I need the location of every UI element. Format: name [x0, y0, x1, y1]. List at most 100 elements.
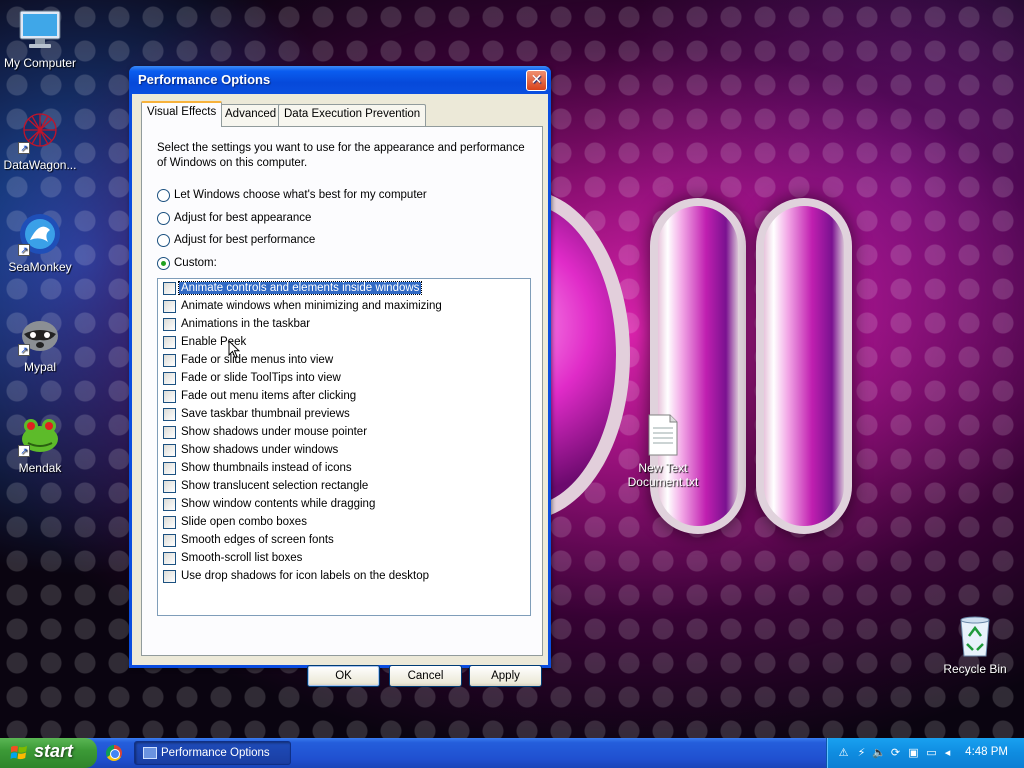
checkbox[interactable] [163, 479, 176, 493]
checkbox[interactable] [163, 443, 176, 457]
effect-label: Use drop shadows for icon labels on the … [181, 570, 430, 582]
speaker-icon[interactable]: ◂ [941, 746, 954, 759]
taskbar-item-performance-options[interactable]: Performance Options [134, 741, 291, 765]
effect-item[interactable]: Animations in the taskbar [158, 315, 530, 333]
effect-item[interactable]: Use drop shadows for icon labels on the … [158, 567, 530, 585]
checkbox[interactable] [163, 533, 176, 547]
network-icon[interactable]: ⚡ [855, 746, 868, 759]
checkbox[interactable] [163, 353, 176, 367]
windows-logo-icon [10, 745, 27, 760]
effect-item[interactable]: Enable Peek [158, 333, 530, 351]
effect-item[interactable]: Show shadows under mouse pointer [158, 423, 530, 441]
effect-item[interactable]: Show window contents while dragging [158, 495, 530, 513]
frog-icon: ↗ [18, 413, 62, 457]
desktop-icon-label: Mendak [18, 461, 62, 475]
close-button[interactable]: ✕ [526, 70, 547, 91]
system-tray: ⚠ ⚡ 🔈 ⟳ ▣ ▭ ◂ 4:48 PM [826, 738, 1024, 768]
effect-label: Fade out menu items after clicking [181, 390, 357, 402]
checkbox[interactable] [163, 515, 176, 529]
effect-label: Smooth-scroll list boxes [181, 552, 303, 564]
checkbox[interactable] [163, 371, 176, 385]
checkbox[interactable] [163, 497, 176, 511]
dialog-titlebar[interactable]: Performance Options ✕ [129, 66, 551, 94]
desktop-icon-datawagon[interactable]: ↗ DataWagon... [0, 110, 80, 172]
shortcut-arrow-icon: ↗ [18, 142, 30, 154]
shortcut-arrow-icon: ↗ [18, 344, 30, 356]
radio-best-performance[interactable]: Adjust for best performance [157, 232, 315, 248]
desktop-icon-seamonkey[interactable]: ↗ SeaMonkey [0, 212, 80, 274]
seamonkey-icon: ↗ [18, 212, 62, 256]
effect-label: Animations in the taskbar [181, 318, 311, 330]
effect-item[interactable]: Show shadows under windows [158, 441, 530, 459]
checkbox[interactable] [163, 389, 176, 403]
effect-item[interactable]: Fade out menu items after clicking [158, 387, 530, 405]
checkbox[interactable] [163, 299, 176, 313]
effect-label: Show window contents while dragging [181, 498, 376, 510]
effect-item[interactable]: Smooth-scroll list boxes [158, 549, 530, 567]
display-icon[interactable]: ▣ [907, 746, 920, 759]
taskbar-item-label: Performance Options [161, 747, 270, 759]
taskbar: start Performance Options ⚠ ⚡ 🔈 ⟳ ▣ ▭ ◂ … [0, 738, 1024, 768]
visual-effects-panel: Select the settings you want to use for … [141, 126, 543, 656]
radio-best-appearance[interactable]: Adjust for best appearance [157, 210, 311, 226]
computer-icon [18, 8, 62, 52]
radio-label: Let Windows choose what's best for my co… [174, 189, 427, 201]
clock[interactable]: 4:48 PM [965, 746, 1008, 758]
tab-label: Data Execution Prevention [284, 108, 421, 120]
desktop-icon-recycle-bin[interactable]: Recycle Bin [935, 614, 1015, 676]
effect-item[interactable]: Fade or slide menus into view [158, 351, 530, 369]
effect-label: Show shadows under mouse pointer [181, 426, 368, 438]
tab-advanced[interactable]: Advanced [219, 104, 283, 126]
recycle-bin-icon [953, 614, 997, 658]
desktop-icon-mypal[interactable]: ↗ Mypal [0, 312, 80, 374]
checkbox[interactable] [163, 551, 176, 565]
effect-label: Save taskbar thumbnail previews [181, 408, 350, 420]
effect-item[interactable]: Save taskbar thumbnail previews [158, 405, 530, 423]
effect-label: Show translucent selection rectangle [181, 480, 369, 492]
ok-button[interactable]: OK [307, 665, 380, 687]
visual-effects-list[interactable]: Animate controls and elements inside win… [157, 278, 531, 616]
start-button[interactable]: start [0, 738, 97, 768]
effect-item[interactable]: Fade or slide ToolTips into view [158, 369, 530, 387]
effect-label: Animate controls and elements inside win… [177, 281, 423, 295]
tab-label: Advanced [225, 108, 277, 120]
checkbox[interactable] [163, 281, 176, 295]
radio-button[interactable] [157, 233, 170, 247]
effect-label: Fade or slide menus into view [181, 354, 334, 366]
tab-label: Visual Effects [147, 106, 217, 118]
sync-icon[interactable]: ⟳ [889, 746, 902, 759]
volume-icon[interactable]: 🔈 [872, 746, 886, 759]
desktop-icon-new-text-document[interactable]: New Text Document.txt [623, 413, 703, 489]
apply-button[interactable]: Apply [469, 665, 542, 687]
effect-item[interactable]: Smooth edges of screen fonts [158, 531, 530, 549]
radio-custom[interactable]: Custom: [157, 255, 217, 271]
checkbox[interactable] [163, 461, 176, 475]
datawagon-icon: ↗ [18, 110, 62, 154]
cancel-button[interactable]: Cancel [389, 665, 462, 687]
dialog-body: Visual Effects Advanced Data Execution P… [132, 94, 548, 687]
monitor-icon[interactable]: ▭ [925, 746, 938, 759]
checkbox[interactable] [163, 317, 176, 331]
radio-button[interactable] [157, 188, 170, 202]
text-document-icon [646, 413, 680, 457]
checkbox[interactable] [163, 569, 176, 583]
effect-item[interactable]: Show thumbnails instead of icons [158, 459, 530, 477]
effect-label: Animate windows when minimizing and maxi… [181, 300, 442, 312]
tab-visual-effects[interactable]: Visual Effects [141, 101, 223, 127]
effect-item[interactable]: Animate controls and elements inside win… [158, 279, 530, 297]
chrome-quicklaunch-icon[interactable] [106, 745, 122, 761]
checkbox[interactable] [163, 335, 176, 349]
radio-let-windows-choose[interactable]: Let Windows choose what's best for my co… [157, 187, 427, 203]
checkbox[interactable] [163, 425, 176, 439]
warning-shield-icon[interactable]: ⚠ [837, 746, 850, 759]
radio-button[interactable] [157, 211, 170, 225]
effect-label: Fade or slide ToolTips into view [181, 372, 341, 384]
effect-item[interactable]: Slide open combo boxes [158, 513, 530, 531]
effect-item[interactable]: Show translucent selection rectangle [158, 477, 530, 495]
radio-button[interactable] [157, 256, 170, 270]
checkbox[interactable] [163, 407, 176, 421]
desktop-icon-my-computer[interactable]: My Computer [0, 8, 80, 70]
effect-item[interactable]: Animate windows when minimizing and maxi… [158, 297, 530, 315]
tab-data-execution-prevention[interactable]: Data Execution Prevention [278, 104, 427, 126]
desktop-icon-mendak[interactable]: ↗ Mendak [0, 413, 80, 475]
